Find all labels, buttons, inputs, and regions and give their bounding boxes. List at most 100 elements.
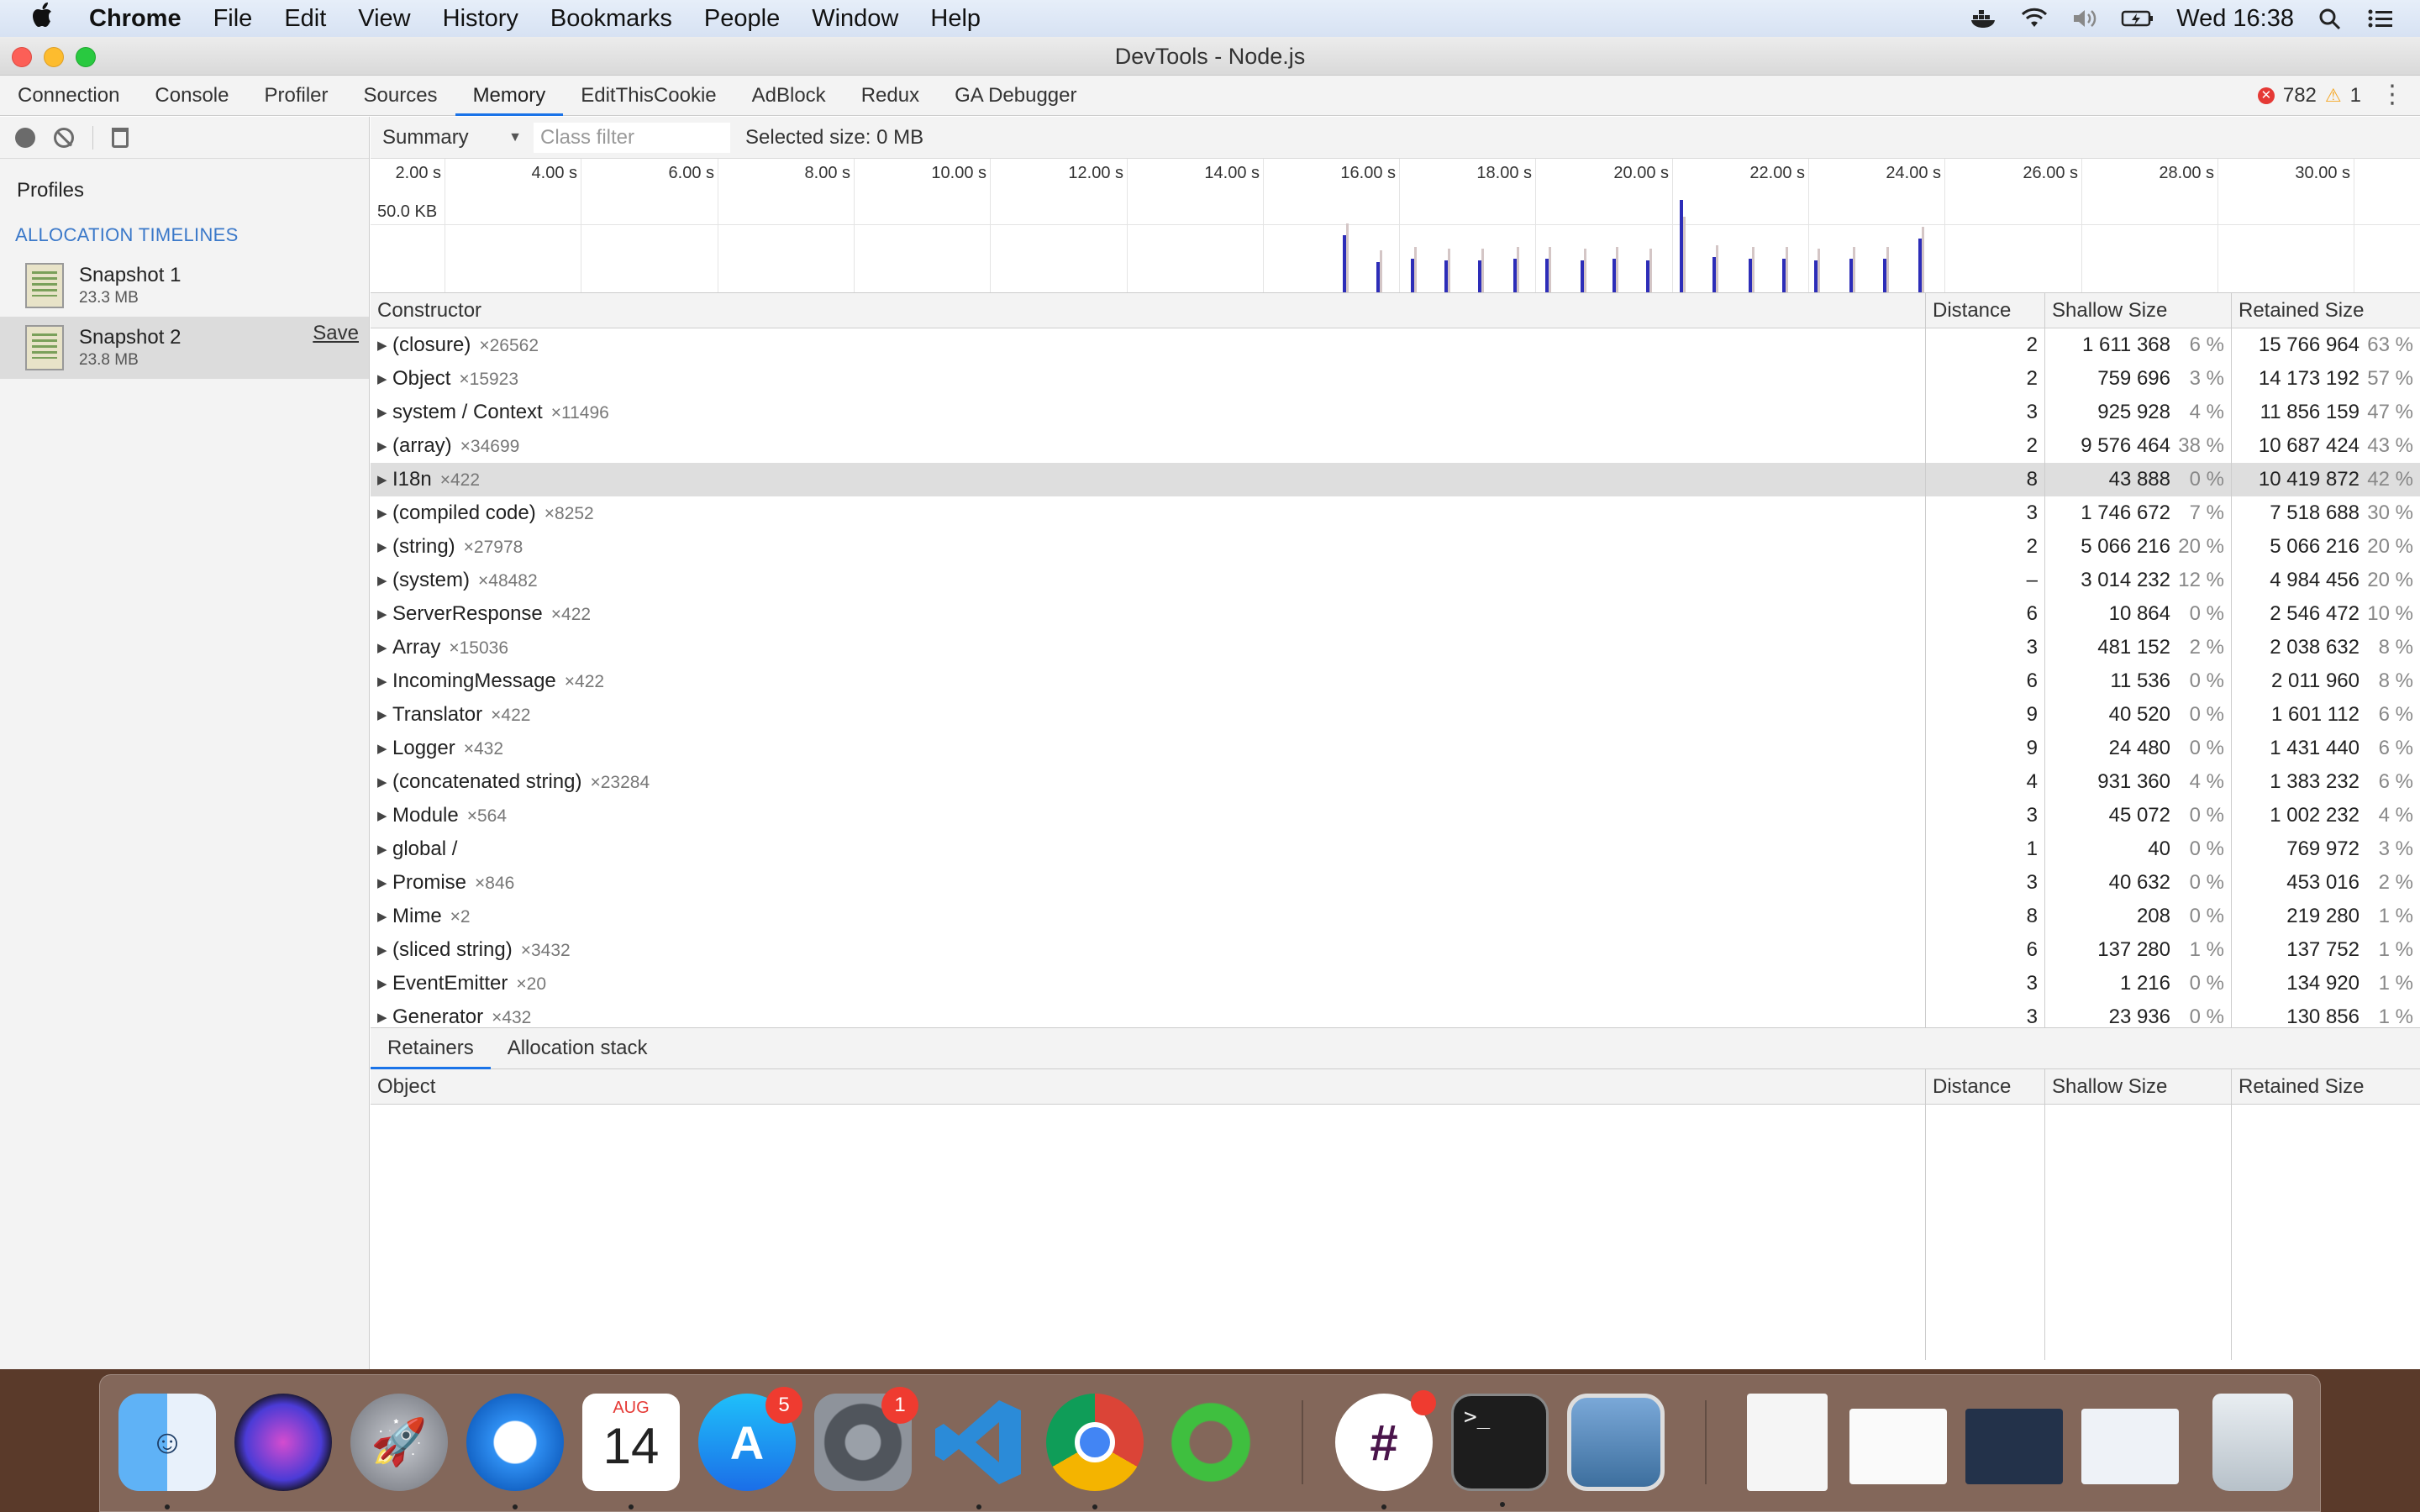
preview-icon[interactable] xyxy=(1567,1394,1665,1491)
table-row[interactable]: ▶ Array ×15036 3 481 152 2 % 2 038 632 8 % xyxy=(371,631,2420,664)
system-preferences-icon[interactable]: 1 xyxy=(814,1387,918,1491)
tab-connection[interactable]: Connection xyxy=(0,76,137,115)
retained-size-column-header[interactable]: Retained Size xyxy=(2232,1069,2420,1104)
expand-triangle-icon[interactable]: ▶ xyxy=(377,665,389,698)
constructor-column-header[interactable]: Constructor xyxy=(371,293,1926,328)
tab-editthiscookie[interactable]: EditThisCookie xyxy=(563,76,734,115)
expand-triangle-icon[interactable]: ▶ xyxy=(377,800,389,832)
expand-triangle-icon[interactable]: ▶ xyxy=(377,833,389,866)
vscode-window-thumbnail[interactable] xyxy=(2081,1409,2179,1484)
table-row[interactable]: ▶ I18n ×422 8 43 888 0 % 10 419 872 42 % xyxy=(371,463,2420,496)
table-row[interactable]: ▶ EventEmitter ×20 3 1 216 0 % 134 920 1 % xyxy=(371,967,2420,1000)
tab-redux[interactable]: Redux xyxy=(844,76,937,115)
expand-triangle-icon[interactable]: ▶ xyxy=(377,766,389,799)
menu-file[interactable]: File xyxy=(213,5,253,33)
expand-triangle-icon[interactable]: ▶ xyxy=(377,430,389,463)
tab-retainers[interactable]: Retainers xyxy=(371,1028,491,1069)
class-filter-input[interactable] xyxy=(534,122,730,153)
table-row[interactable]: ▶ Object ×15923 2 759 696 3 % 14 173 192 57 % xyxy=(371,362,2420,396)
expand-triangle-icon[interactable]: ▶ xyxy=(377,497,389,530)
tab-ga-debugger[interactable]: GA Debugger xyxy=(937,76,1094,115)
retained-size-column-header[interactable]: Retained Size xyxy=(2232,293,2420,328)
distance-column-header[interactable]: Distance xyxy=(1926,293,2045,328)
table-row[interactable]: ▶ (compiled code) ×8252 3 1 746 672 7 % 7 518 … xyxy=(371,496,2420,530)
distance-column-header[interactable]: Distance xyxy=(1926,1069,2045,1104)
notification-center-icon[interactable] xyxy=(2366,7,2395,30)
spotlight-search-icon[interactable] xyxy=(2316,7,2344,30)
window-close-button[interactable] xyxy=(12,47,32,67)
siri-icon[interactable] xyxy=(234,1394,332,1491)
table-row[interactable]: ▶ Generator ×432 3 23 936 0 % 130 856 1 % xyxy=(371,1000,2420,1027)
table-row[interactable]: ▶ IncomingMessage ×422 6 11 536 0 % 2 011 960 8… xyxy=(371,664,2420,698)
chrome-icon[interactable] xyxy=(1046,1394,1144,1509)
menu-people[interactable]: People xyxy=(704,5,780,33)
trash-icon[interactable] xyxy=(2212,1394,2293,1491)
expand-triangle-icon[interactable]: ▶ xyxy=(377,1001,389,1027)
menu-app-name[interactable]: Chrome xyxy=(89,5,182,33)
console-status-counts[interactable]: ✕ 782 ⚠ 1 xyxy=(2257,76,2361,116)
battery-icon[interactable] xyxy=(2121,7,2154,30)
menu-clock[interactable]: Wed 16:38 xyxy=(2176,5,2294,33)
menu-bookmarks[interactable]: Bookmarks xyxy=(550,5,672,33)
terminal-icon[interactable]: >_ xyxy=(1451,1394,1549,1507)
table-row[interactable]: ▶ ServerResponse ×422 6 10 864 0 % 2 546 472 10… xyxy=(371,597,2420,631)
editor-window-thumbnail[interactable] xyxy=(1965,1409,2063,1484)
app-store-icon[interactable]: A 5 xyxy=(698,1387,802,1491)
tab-allocation-stack[interactable]: Allocation stack xyxy=(491,1028,665,1068)
table-row[interactable]: ▶ (system) ×48482 – 3 014 232 12 % 4 984 456 20… xyxy=(371,564,2420,597)
menu-help[interactable]: Help xyxy=(930,5,981,33)
tab-adblock[interactable]: AdBlock xyxy=(734,76,844,115)
menu-window[interactable]: Window xyxy=(812,5,898,33)
expand-triangle-icon[interactable]: ▶ xyxy=(377,396,389,429)
expand-triangle-icon[interactable]: ▶ xyxy=(377,531,389,564)
table-row[interactable]: ▶ (sliced string) ×3432 6 137 280 1 % 137 752 1… xyxy=(371,933,2420,967)
table-row[interactable]: ▶ Promise ×846 3 40 632 0 % 453 016 2 % xyxy=(371,866,2420,900)
table-row[interactable]: ▶ (array) ×34699 2 9 576 464 38 % 10 687 424 43… xyxy=(371,429,2420,463)
apple-menu-icon[interactable] xyxy=(32,2,66,36)
view-mode-select[interactable]: Summary ▼ xyxy=(382,126,534,150)
snapshot-item-selected[interactable]: Snapshot 2 23.8 MB Save xyxy=(0,317,369,379)
window-minimize-button[interactable] xyxy=(44,47,64,67)
expand-triangle-icon[interactable]: ▶ xyxy=(377,632,389,664)
calendar-icon[interactable]: AUG 14 xyxy=(582,1394,680,1509)
table-row[interactable]: ▶ Logger ×432 9 24 480 0 % 1 431 440 6 % xyxy=(371,732,2420,765)
tab-console[interactable]: Console xyxy=(137,76,246,115)
wifi-icon[interactable] xyxy=(2020,7,2049,30)
finder-icon[interactable]: ☺ xyxy=(118,1394,216,1509)
table-row[interactable]: ▶ (concatenated string) ×23284 4 931 360 4 % 1… xyxy=(371,765,2420,799)
record-icon[interactable] xyxy=(15,127,35,148)
save-snapshot-link[interactable]: Save xyxy=(313,322,359,345)
table-row[interactable]: ▶ (string) ×27978 2 5 066 216 20 % 5 066 216 20… xyxy=(371,530,2420,564)
expand-triangle-icon[interactable]: ▶ xyxy=(377,732,389,765)
volume-icon[interactable] xyxy=(2070,7,2099,30)
document-stack-icon[interactable] xyxy=(1747,1394,1828,1491)
vscode-icon[interactable] xyxy=(930,1394,1028,1509)
shallow-size-column-header[interactable]: Shallow Size xyxy=(2045,293,2232,328)
expand-triangle-icon[interactable]: ▶ xyxy=(377,934,389,967)
menu-history[interactable]: History xyxy=(443,5,518,33)
window-titlebar[interactable]: DevTools - Node.js xyxy=(0,37,2420,76)
slack-icon[interactable]: # xyxy=(1335,1390,1436,1509)
table-row[interactable]: ▶ global /1 40 0 % 769 972 3 % xyxy=(371,832,2420,866)
table-row[interactable]: ▶ Mime ×2 8 208 0 % 219 280 1 % xyxy=(371,900,2420,933)
object-column-header[interactable]: Object xyxy=(371,1069,1926,1104)
menu-view[interactable]: View xyxy=(358,5,410,33)
shallow-size-column-header[interactable]: Shallow Size xyxy=(2045,1069,2232,1104)
expand-triangle-icon[interactable]: ▶ xyxy=(377,900,389,933)
table-row[interactable]: ▶ Module ×564 3 45 072 0 % 1 002 232 4 % xyxy=(371,799,2420,832)
menu-edit[interactable]: Edit xyxy=(284,5,326,33)
tab-memory[interactable]: Memory xyxy=(455,76,564,116)
snapshot-item[interactable]: Snapshot 1 23.3 MB xyxy=(0,255,369,317)
sync-app-icon[interactable] xyxy=(1162,1394,1260,1491)
more-options-icon[interactable]: ⋮ xyxy=(2380,82,2405,108)
docker-icon[interactable] xyxy=(1970,7,1998,30)
expand-triangle-icon[interactable]: ▶ xyxy=(377,968,389,1000)
launchpad-icon[interactable]: 🚀 xyxy=(350,1394,448,1491)
table-row[interactable]: ▶ Translator ×422 9 40 520 0 % 1 601 112 6 % xyxy=(371,698,2420,732)
tab-sources[interactable]: Sources xyxy=(346,76,455,115)
safari-icon[interactable] xyxy=(466,1394,564,1509)
expand-triangle-icon[interactable]: ▶ xyxy=(377,598,389,631)
collect-garbage-icon[interactable] xyxy=(112,127,129,148)
table-row[interactable]: ▶ system / Context ×11496 3 925 928 4 % 11 856… xyxy=(371,396,2420,429)
allocation-timeline[interactable]: 50.0 KB 2.00 s 4.00 s 6.00 s 8.00 s 10.00 s 1… xyxy=(371,159,2420,293)
